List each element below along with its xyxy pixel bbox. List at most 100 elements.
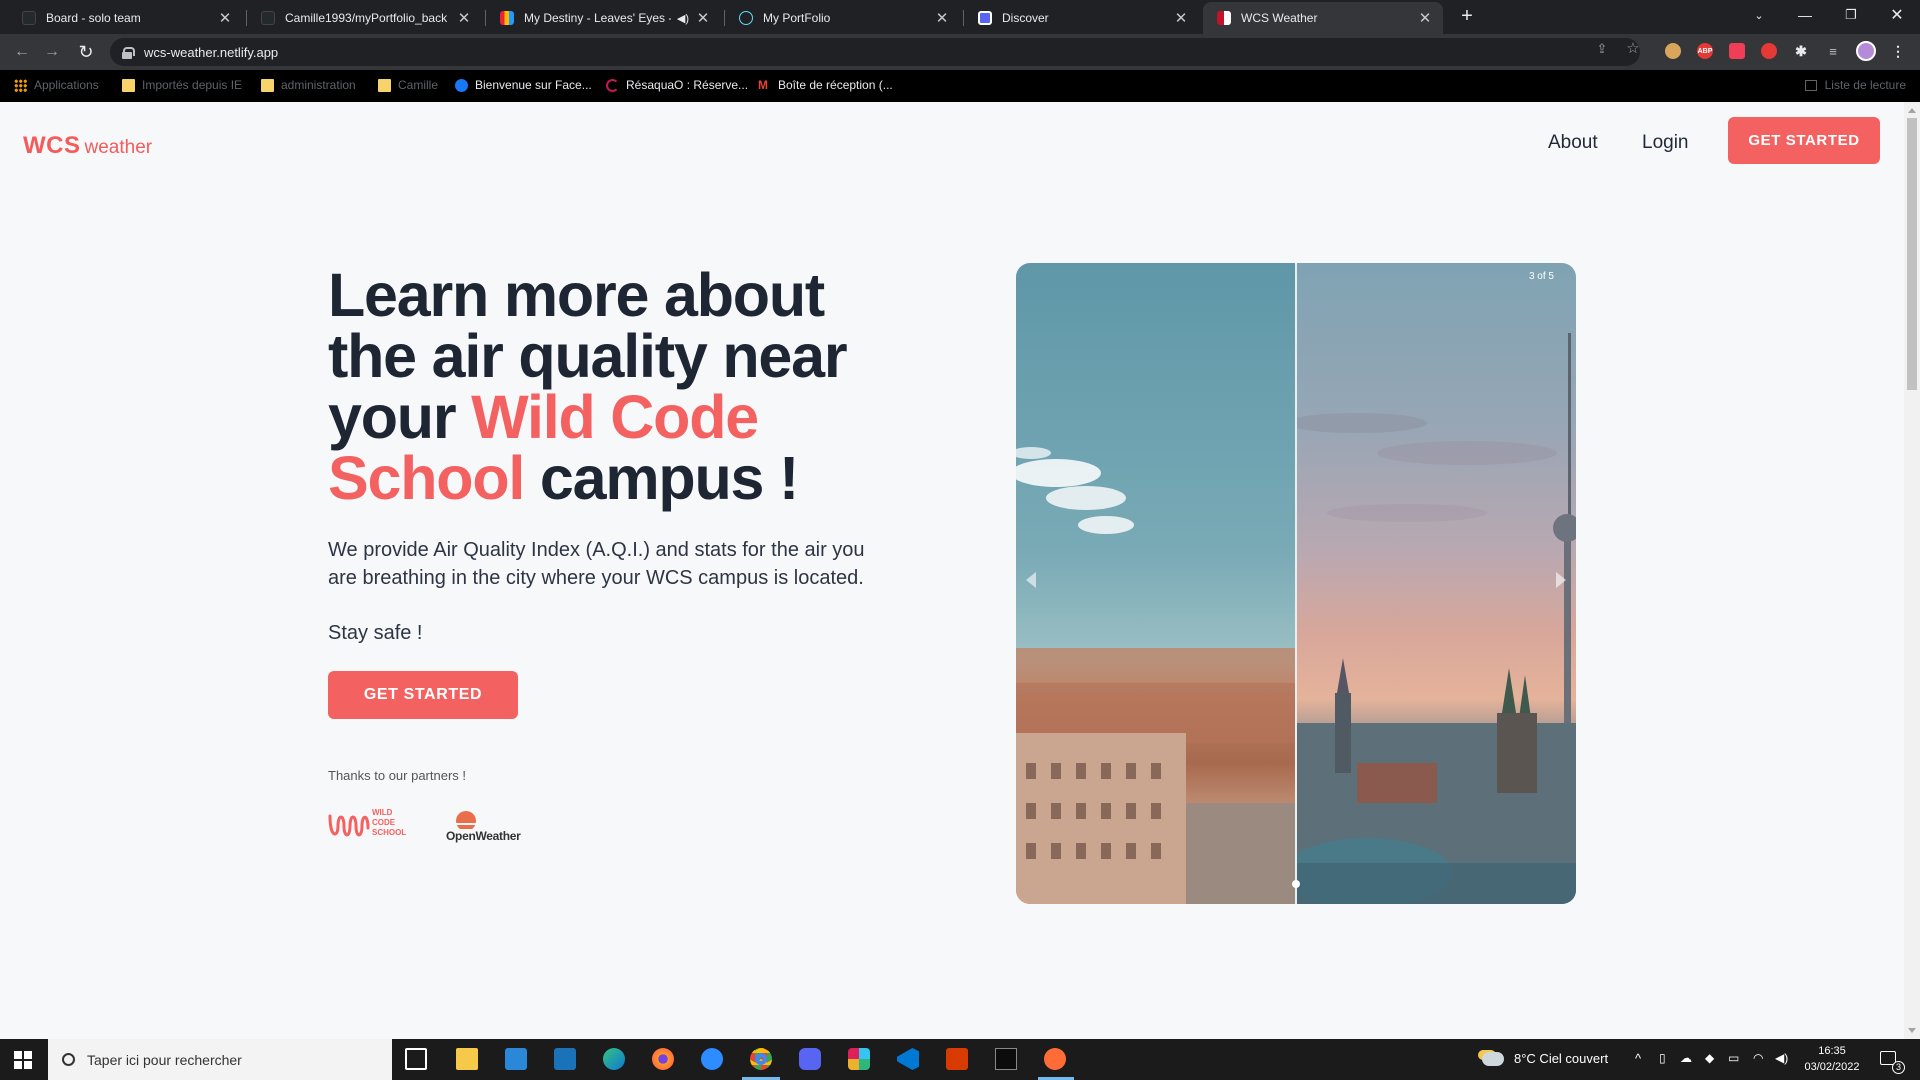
- resaquao-icon: [606, 78, 619, 92]
- scroll-up-arrow[interactable]: [1908, 108, 1916, 113]
- discord-icon[interactable]: [799, 1048, 821, 1070]
- openweather-logo[interactable]: OpenWeather: [446, 809, 536, 845]
- weather-widget[interactable]: 8°C Ciel couvert: [1482, 1051, 1608, 1066]
- onedrive-icon[interactable]: ☁: [1680, 1051, 1692, 1065]
- share-icon[interactable]: ⇪: [1594, 41, 1610, 57]
- zoom-meeting-icon[interactable]: [701, 1048, 723, 1070]
- tray-device-icon[interactable]: ▯: [1659, 1051, 1666, 1065]
- back-button[interactable]: ←: [10, 40, 34, 64]
- adblock-plus-icon[interactable]: ABP: [1697, 43, 1713, 59]
- close-icon[interactable]: ✕: [1417, 9, 1433, 27]
- address-bar[interactable]: wcs-weather.netlify.app: [110, 38, 1640, 66]
- hero-title: Learn more about the air quality near yo…: [328, 265, 888, 509]
- office-icon[interactable]: [946, 1048, 968, 1070]
- clock[interactable]: 16:35 03/02/2022: [1802, 1043, 1862, 1075]
- folder-icon: [261, 78, 274, 92]
- tab-title: Board - solo team: [46, 11, 141, 25]
- terminal-icon[interactable]: [995, 1048, 1017, 1070]
- wcs-weather-favicon-icon: [1217, 11, 1231, 25]
- madrid-skyline-illustration: [1016, 447, 1295, 904]
- bookmark-resaquao[interactable]: RésaquaO : Réserve...: [606, 78, 748, 92]
- facebook-icon: [455, 78, 468, 92]
- tab-wcs-weather[interactable]: WCS Weather ✕: [1203, 2, 1443, 34]
- dropbox-icon[interactable]: ◆: [1705, 1051, 1714, 1065]
- bookmark-label: Importés depuis IE: [142, 78, 243, 92]
- url-text[interactable]: wcs-weather.netlify.app: [144, 45, 278, 60]
- restore-button[interactable]: ❐: [1828, 0, 1874, 30]
- reload-button[interactable]: ↻: [74, 40, 98, 64]
- reading-list-label: Liste de lecture: [1824, 78, 1906, 92]
- bookmark-label: Camille: [398, 78, 439, 92]
- hero-get-started-button[interactable]: GET STARTED: [328, 671, 518, 719]
- bookmark-applications[interactable]: Applications: [14, 78, 99, 92]
- close-window-button[interactable]: ✕: [1874, 0, 1920, 30]
- bookmark-importes-ie[interactable]: Importés depuis IE: [122, 78, 242, 92]
- bookmark-label: RésaquaO : Réserve...: [626, 78, 749, 92]
- reading-list-icon: [1804, 79, 1817, 91]
- tab-myportfolio-back[interactable]: Camille1993/myPortfolio_back ✕: [247, 2, 482, 34]
- tab-discover[interactable]: Discover ✕: [964, 2, 1199, 34]
- firefox-icon[interactable]: [652, 1048, 674, 1070]
- taskbar-search-box[interactable]: Taper ici pour rechercher: [48, 1039, 392, 1080]
- nav-about-link[interactable]: About: [1548, 132, 1598, 154]
- task-view-icon[interactable]: [405, 1048, 427, 1070]
- browser-tab-strip: Board - solo team ✕ Camille1993/myPortfo…: [0, 0, 1920, 34]
- site-logo[interactable]: WCS weather: [23, 132, 152, 160]
- folder-icon: [122, 78, 135, 92]
- close-icon[interactable]: ✕: [217, 9, 233, 27]
- windows-start-icon[interactable]: [14, 1051, 32, 1069]
- tab-my-portfolio[interactable]: My PortFolio ✕: [725, 2, 960, 34]
- vscode-icon[interactable]: [897, 1048, 919, 1070]
- battery-icon[interactable]: ▭: [1728, 1051, 1739, 1065]
- postman-icon[interactable]: [1044, 1048, 1066, 1070]
- speaker-icon[interactable]: ◀): [677, 12, 689, 25]
- carousel-prev-arrow[interactable]: [1026, 572, 1036, 588]
- tab-my-destiny[interactable]: My Destiny - Leaves' Eyes - D ◀) ✕: [486, 2, 721, 34]
- profile-avatar[interactable]: [1856, 41, 1876, 61]
- header-get-started-button[interactable]: GET STARTED: [1728, 117, 1880, 164]
- page-scrollbar[interactable]: [1904, 102, 1920, 1039]
- minimize-button[interactable]: —: [1782, 0, 1828, 30]
- bookmark-camille[interactable]: Camille: [378, 78, 438, 92]
- carousel-indicator-dot[interactable]: [1292, 880, 1300, 888]
- github-icon: [261, 11, 275, 25]
- bookmark-label: administration: [281, 78, 356, 92]
- app-calendar-icon[interactable]: [554, 1048, 576, 1070]
- scrollbar-thumb[interactable]: [1907, 118, 1917, 390]
- extension-avatar-icon[interactable]: [1665, 43, 1681, 59]
- chrome-icon[interactable]: [750, 1048, 772, 1070]
- close-icon[interactable]: ✕: [1173, 9, 1189, 27]
- bookmark-facebook[interactable]: Bienvenue sur Face...: [455, 78, 592, 92]
- chrome-menu-icon[interactable]: ⋮: [1890, 43, 1906, 59]
- bookmark-administration[interactable]: administration: [261, 78, 356, 92]
- nav-login-link[interactable]: Login: [1642, 132, 1689, 154]
- star-bookmark-icon[interactable]: ☆: [1625, 41, 1641, 57]
- tab-board-solo-team[interactable]: Board - solo team ✕: [8, 2, 243, 34]
- close-icon[interactable]: ✕: [934, 9, 950, 27]
- slack-icon[interactable]: [848, 1048, 870, 1070]
- city-carousel[interactable]: 3 of 5: [1016, 263, 1576, 904]
- volume-icon[interactable]: ◀): [1775, 1051, 1788, 1065]
- close-icon[interactable]: ✕: [695, 9, 711, 27]
- tab-search-chevron-icon[interactable]: ⌄: [1736, 0, 1782, 30]
- hand-stop-icon[interactable]: [1761, 43, 1777, 59]
- partner-openweather-name: OpenWeather: [446, 829, 521, 843]
- clock-time: 16:35: [1818, 1045, 1846, 1057]
- tray-chevron-icon[interactable]: ^: [1635, 1051, 1641, 1066]
- puzzle-extensions-icon[interactable]: ✱: [1793, 43, 1809, 59]
- reading-list[interactable]: Liste de lecture: [1804, 78, 1906, 92]
- reading-mode-icon[interactable]: ≡: [1825, 43, 1841, 59]
- microsoft-store-icon[interactable]: [505, 1048, 527, 1070]
- bookmark-gmail[interactable]: M Boîte de réception (...: [758, 78, 893, 92]
- wifi-icon[interactable]: ◠: [1753, 1051, 1763, 1065]
- carousel-next-arrow[interactable]: [1556, 572, 1566, 588]
- forward-button[interactable]: →: [40, 40, 64, 64]
- new-tab-button[interactable]: +: [1455, 5, 1479, 29]
- edge-icon[interactable]: [603, 1048, 625, 1070]
- scroll-down-arrow[interactable]: [1908, 1028, 1916, 1033]
- react-icon: [739, 11, 753, 25]
- pocket-icon[interactable]: [1729, 43, 1745, 59]
- wild-code-school-logo[interactable]: WILD CODE SCHOOL: [328, 808, 418, 844]
- file-explorer-icon[interactable]: [456, 1048, 478, 1070]
- close-icon[interactable]: ✕: [456, 9, 472, 27]
